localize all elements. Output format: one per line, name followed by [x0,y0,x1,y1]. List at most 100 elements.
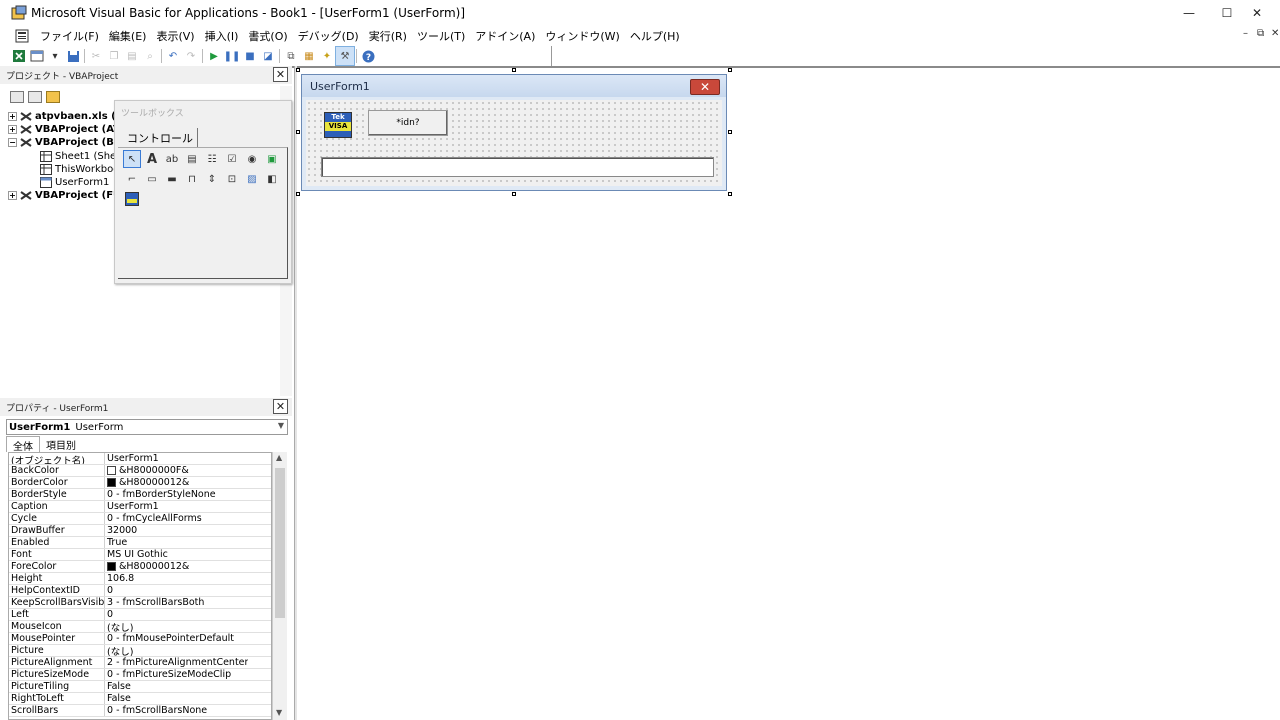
property-row[interactable]: Left 0 [9,609,271,621]
mdi-close-button[interactable]: ✕ [1271,28,1279,39]
property-value[interactable]: 3 - fmScrollBarsBoth [105,597,204,608]
break-icon[interactable]: ❚❚ [223,47,241,65]
property-value[interactable]: (なし) [105,645,133,657]
userform[interactable]: UserForm1 ✕ Tek VISA *idn? [301,74,727,191]
tree-item[interactable]: ThisWorkbook [40,163,118,176]
refedit-tool-icon[interactable]: ◧ [264,171,280,187]
checkbox-tool-icon[interactable]: ☑ [224,151,240,167]
chevron-down-icon[interactable]: ▼ [278,421,284,430]
menu-tools[interactable]: ツール(T) [412,28,470,44]
find-icon[interactable]: ⌕ [141,47,159,65]
expand-icon[interactable]: + [8,191,17,200]
property-row[interactable]: KeepScrollBarsVisible 3 - fmScrollBarsBot… [9,597,271,609]
property-value[interactable]: 0 [105,585,113,596]
property-row[interactable]: MouseIcon (なし) [9,621,271,633]
menu-insert[interactable]: 挿入(I) [200,28,244,44]
tekvisa-tool-icon[interactable] [124,191,140,207]
tree-item[interactable]: Sheet1 (Shee [40,150,118,163]
paste-icon[interactable]: ▤ [123,47,141,65]
userform-grid[interactable]: Tek VISA *idn? [306,100,722,186]
reset-icon[interactable]: ■ [241,47,259,65]
scrollbar-tool-icon[interactable]: ⇕ [204,171,220,187]
insert-userform-icon[interactable] [28,47,46,65]
select-objects-icon[interactable]: ↖ [123,150,141,168]
optionbutton-tool-icon[interactable]: ◉ [244,151,260,167]
property-value[interactable]: &H8000000F& [105,465,189,476]
excel-view-icon[interactable] [10,47,28,65]
menu-view[interactable]: 表示(V) [151,28,199,44]
properties-close-button[interactable]: ✕ [273,399,288,414]
mdi-restore-button[interactable]: ⧉ [1257,28,1264,39]
mdi-minimize-button[interactable]: – [1243,28,1248,39]
property-value[interactable]: 2 - fmPictureAlignmentCenter [105,657,248,668]
commandbutton-tool-icon[interactable]: ▭ [144,171,160,187]
property-row[interactable]: Enabled True [9,537,271,549]
menu-window[interactable]: ウィンドウ(W) [540,28,624,44]
property-value[interactable]: 0 - fmPictureSizeModeClip [105,669,231,680]
property-value[interactable]: 0 - fmCycleAllForms [105,513,202,524]
label-tool-icon[interactable]: A [144,151,160,167]
property-value[interactable]: (なし) [105,621,133,633]
menu-debug[interactable]: デバッグ(D) [293,28,364,44]
tree-item[interactable]: + VBAProject (AT [8,123,118,136]
property-value[interactable]: 0 - fmBorderStyleNone [105,489,216,500]
property-row[interactable]: PictureTiling False [9,681,271,693]
property-value[interactable]: 32000 [105,525,137,536]
property-value[interactable]: 106.8 [105,573,134,584]
menu-addins[interactable]: アドイン(A) [470,28,540,44]
property-value[interactable]: &H80000012& [105,561,189,572]
property-value[interactable]: False [105,693,131,704]
property-row[interactable]: Cycle 0 - fmCycleAllForms [9,513,271,525]
tekvisa-control-icon[interactable]: Tek VISA [324,112,352,138]
toolbox-icon[interactable]: ⚒ [335,46,355,66]
toggle-folders-icon[interactable] [46,91,60,103]
listbox-tool-icon[interactable]: ☷ [204,151,220,167]
tree-item[interactable]: + atpvbaen.xls (A [8,110,118,123]
property-value[interactable]: 0 - fmMousePointerDefault [105,633,234,644]
property-row[interactable]: Picture (なし) [9,645,271,657]
save-icon[interactable] [64,47,82,65]
tree-item[interactable]: + VBAProject (FU [8,189,118,202]
property-value[interactable]: 0 [105,609,113,620]
scroll-down-icon[interactable]: ▼ [276,708,282,717]
property-row[interactable]: Height 106.8 [9,573,271,585]
collapse-icon[interactable]: − [8,138,17,147]
project-explorer-icon[interactable]: ⧉ [282,47,300,65]
response-textbox[interactable] [321,157,714,177]
spinbutton-tool-icon[interactable]: ⊡ [224,171,240,187]
design-mode-icon[interactable]: ◪ [259,47,277,65]
property-value[interactable]: &H80000012& [105,477,189,488]
image-tool-icon[interactable]: ▨ [244,171,260,187]
property-value[interactable]: UserForm1 [105,501,159,512]
property-value[interactable]: False [105,681,131,692]
copy-icon[interactable]: ❐ [105,47,123,65]
dropdown-arrow-icon[interactable]: ▾ [46,47,64,65]
idn-command-button[interactable]: *idn? [368,110,448,136]
properties-window-icon[interactable]: ▦ [300,47,318,65]
undo-icon[interactable]: ↶ [164,47,182,65]
menu-run[interactable]: 実行(R) [364,28,412,44]
tree-item[interactable]: − VBAProject (Bo [8,136,118,149]
multipage-tool-icon[interactable]: ⊓ [184,171,200,187]
property-row[interactable]: (オブジェクト名) UserForm1 [9,453,271,465]
scroll-up-icon[interactable]: ▲ [276,453,282,462]
property-row[interactable]: PictureSizeMode 0 - fmPictureSizeModeClip [9,669,271,681]
scroll-thumb[interactable] [275,468,285,618]
property-value[interactable]: MS UI Gothic [105,549,168,560]
userform-close-button[interactable]: ✕ [690,79,720,95]
property-row[interactable]: BackColor &H8000000F& [9,465,271,477]
textbox-tool-icon[interactable]: ab [164,151,180,167]
toolbox-window[interactable]: ツールボックス コントロール ↖ A ab ▤ ☷ ☑ ◉ ▣ ⌐ ▭ ▬ ⊓ … [114,100,292,284]
view-object-icon[interactable] [28,91,42,103]
tree-item[interactable]: UserForm1 [40,176,109,189]
property-row[interactable]: PictureAlignment 2 - fmPictureAlignmentCe… [9,657,271,669]
menu-edit[interactable]: 編集(E) [104,28,152,44]
property-row[interactable]: DrawBuffer 32000 [9,525,271,537]
property-value[interactable]: True [105,537,127,548]
property-row[interactable]: BorderColor &H80000012& [9,477,271,489]
run-icon[interactable]: ▶ [205,47,223,65]
pane-splitter[interactable] [294,66,297,720]
redo-icon[interactable]: ↷ [182,47,200,65]
expand-icon[interactable]: + [8,125,17,134]
togglebutton-tool-icon[interactable]: ▣ [264,151,280,167]
